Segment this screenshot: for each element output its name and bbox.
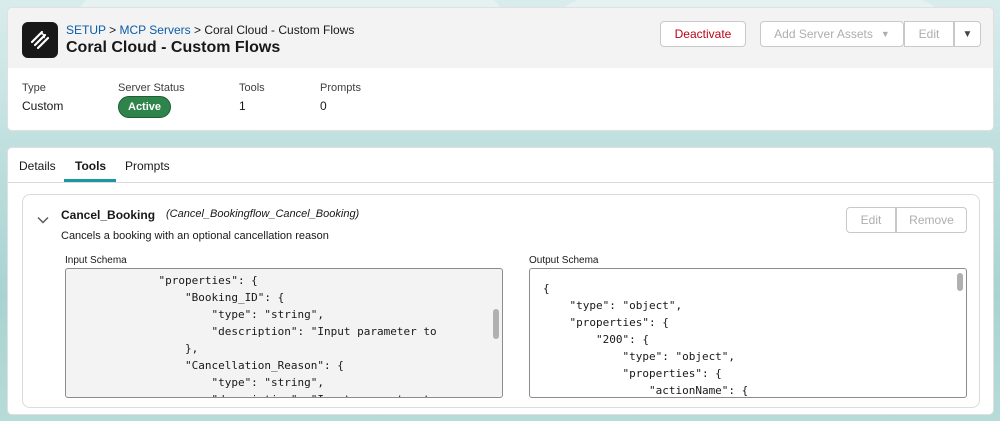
- chevron-down-icon: ▼: [880, 29, 890, 39]
- field-prompts: Prompts 0: [320, 82, 361, 113]
- input-schema-label: Input Schema: [65, 255, 127, 266]
- add-server-assets-label: Add Server Assets: [774, 27, 873, 41]
- tool-name: Cancel_Booking: [61, 208, 156, 222]
- active-tab-indicator: [64, 179, 116, 182]
- field-label: Server Status: [118, 82, 185, 94]
- field-label: Type: [22, 82, 46, 94]
- tab-tools[interactable]: Tools: [75, 159, 106, 173]
- input-schema-text: "properties": { "Booking_ID": { "type": …: [158, 274, 437, 397]
- breadcrumb-mcp-servers[interactable]: MCP Servers: [120, 23, 191, 37]
- field-label: Prompts: [320, 82, 361, 94]
- field-label: Tools: [239, 82, 265, 94]
- status-badge: Active: [118, 96, 172, 118]
- field-value: 1: [239, 99, 246, 113]
- chevron-down-icon: ▼: [962, 28, 973, 40]
- header-top: SETUP > MCP Servers > Coral Cloud - Cust…: [8, 8, 993, 68]
- record-header: SETUP > MCP Servers > Coral Cloud - Cust…: [7, 7, 994, 131]
- field-server-status: Server Status Active: [118, 82, 185, 118]
- tool-edit-button[interactable]: Edit: [846, 207, 896, 233]
- tab-bar: Details Tools Prompts: [8, 148, 993, 183]
- output-schema-label: Output Schema: [529, 255, 599, 266]
- field-type: Type Custom: [22, 82, 63, 113]
- tool-description: Cancels a booking with an optional cance…: [61, 230, 329, 242]
- deactivate-button[interactable]: Deactivate: [660, 21, 746, 47]
- breadcrumb-separator: >: [193, 23, 201, 37]
- input-schema-code[interactable]: "properties": { "Booking_ID": { "type": …: [65, 268, 503, 398]
- edit-button[interactable]: Edit: [904, 21, 954, 47]
- highlights-panel: Type Custom Server Status Active Tools 1…: [22, 82, 993, 122]
- breadcrumb-setup[interactable]: SETUP: [66, 23, 106, 37]
- chevron-down-icon[interactable]: [37, 214, 49, 226]
- tool-remove-button[interactable]: Remove: [896, 207, 967, 233]
- tab-prompts[interactable]: Prompts: [125, 159, 170, 173]
- output-schema-code[interactable]: { "type": "object", "properties": { "200…: [529, 268, 967, 398]
- scrollbar[interactable]: [493, 309, 499, 339]
- scrollbar[interactable]: [957, 273, 963, 291]
- breadcrumb-current: Coral Cloud - Custom Flows: [204, 23, 355, 37]
- mcp-server-icon: [22, 22, 58, 58]
- field-value: Custom: [22, 99, 64, 113]
- page-title: Coral Cloud - Custom Flows: [66, 39, 281, 56]
- add-server-assets-button[interactable]: Add Server Assets ▼: [760, 21, 904, 47]
- more-actions-button[interactable]: ▼: [954, 21, 981, 47]
- output-schema-text: { "type": "object", "properties": { "200…: [543, 282, 749, 397]
- field-value: 0: [320, 99, 327, 113]
- tool-card: Cancel_Booking (Cancel_Bookingflow_Cance…: [22, 194, 980, 408]
- breadcrumb: SETUP > MCP Servers > Coral Cloud - Cust…: [66, 23, 354, 37]
- tabset-card: Details Tools Prompts Cancel_Booking (Ca…: [7, 147, 994, 415]
- tool-api-name: (Cancel_Bookingflow_Cancel_Booking): [166, 208, 360, 220]
- tab-details[interactable]: Details: [19, 159, 56, 173]
- field-tools: Tools 1: [239, 82, 265, 113]
- breadcrumb-separator: >: [109, 23, 117, 37]
